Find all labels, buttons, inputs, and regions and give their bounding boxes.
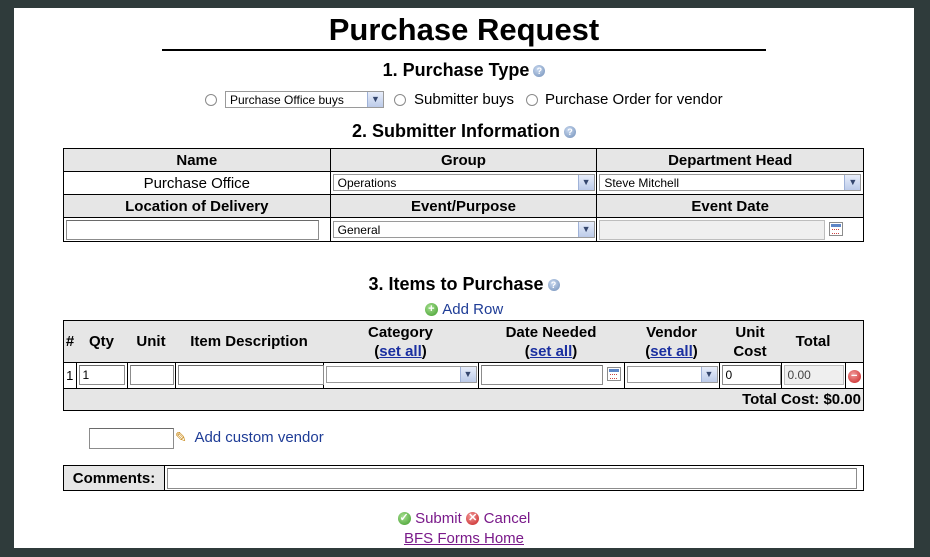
form-page: Purchase Request 1. Purchase Type? Purch…	[14, 8, 914, 548]
set-all-category-link[interactable]: set all	[379, 343, 422, 360]
chevron-down-icon: ▼	[367, 92, 383, 107]
set-all-vendor-link[interactable]: set all	[650, 343, 693, 360]
items-table: # Qty Unit Item Description Category (se…	[63, 320, 864, 411]
custom-vendor-input[interactable]	[89, 428, 174, 449]
col-category: Category (set all)	[323, 320, 478, 363]
submit-button[interactable]: ✓ Submit	[397, 510, 467, 527]
section1-heading: 1. Purchase Type?	[14, 60, 914, 81]
chevron-down-icon: ▼	[577, 175, 594, 190]
form-actions: ✓ Submit ✕ Cancel	[14, 510, 914, 528]
x-icon: ✕	[466, 512, 480, 526]
col-total: Total	[781, 320, 845, 363]
comments-table: Comments:	[63, 465, 864, 491]
col-description: Item Description	[175, 320, 323, 363]
help-icon[interactable]: ?	[533, 65, 546, 78]
chevron-down-icon: ▼	[844, 175, 861, 190]
event-date-input[interactable]	[599, 220, 826, 240]
qty-input[interactable]: 1	[78, 365, 125, 385]
calendar-icon[interactable]	[829, 222, 844, 236]
unit-cost-input[interactable]: 0	[721, 365, 781, 385]
row-num: 1	[63, 362, 77, 389]
row-total: 0.00	[783, 365, 844, 385]
date-needed-input[interactable]	[480, 365, 603, 385]
section2-heading: 2. Submitter Information?	[14, 121, 914, 142]
header-group: Group	[329, 148, 598, 172]
location-input[interactable]	[66, 220, 319, 240]
radio-submitter-buys[interactable]	[394, 94, 406, 106]
add-custom-vendor-button[interactable]: ✎ Add custom vendor	[175, 429, 324, 447]
help-icon[interactable]: ?	[547, 279, 560, 292]
help-icon[interactable]: ?	[564, 126, 576, 139]
col-unit-cost: Unit Cost	[719, 320, 781, 363]
header-dept-head: Department Head	[596, 148, 864, 172]
vendor-select[interactable]: ▼	[626, 366, 718, 383]
event-select[interactable]: General ▼	[332, 221, 595, 238]
col-qty: Qty	[76, 320, 127, 363]
radio-purchase-order[interactable]	[526, 94, 538, 106]
header-location: Location of Delivery	[63, 194, 331, 218]
add-icon: +	[424, 303, 438, 317]
submitter-table: Name Group Department Head Purchase Offi…	[63, 148, 864, 242]
col-remove	[845, 320, 864, 363]
chevron-down-icon: ▼	[700, 367, 717, 382]
forms-home-link[interactable]: BFS Forms Home	[404, 530, 524, 547]
calendar-icon[interactable]	[606, 367, 621, 381]
purchase-type-select[interactable]: Purchase Office buys ▼	[225, 91, 384, 108]
category-select[interactable]: ▼	[325, 366, 477, 383]
total-cost: Total Cost: $0.00	[63, 388, 864, 411]
submitter-buys-label: Submitter buys	[414, 91, 515, 108]
col-unit: Unit	[127, 320, 175, 363]
dept-head-select[interactable]: Steve Mitchell ▼	[599, 174, 862, 191]
purchase-order-label: Purchase Order for vendor	[545, 91, 723, 108]
header-event: Event/Purpose	[329, 194, 598, 218]
section3-heading: 3. Items to Purchase?	[14, 274, 914, 295]
unit-input[interactable]	[129, 365, 174, 385]
title-divider	[162, 49, 766, 51]
group-select[interactable]: Operations ▼	[332, 174, 595, 191]
header-name: Name	[63, 148, 331, 172]
name-value: Purchase Office	[63, 171, 331, 195]
set-all-date-link[interactable]: set all	[530, 343, 573, 360]
table-row: 1 1 ▼ ▼ 0 0.00 −	[63, 362, 864, 389]
col-num: #	[63, 320, 76, 363]
radio-purchase-office[interactable]	[205, 94, 217, 106]
cancel-button[interactable]: ✕ Cancel	[466, 510, 530, 527]
chevron-down-icon: ▼	[459, 367, 476, 382]
col-vendor: Vendor (set all)	[624, 320, 719, 363]
add-row-button[interactable]: + Add Row	[14, 301, 914, 319]
pencil-icon: ✎	[175, 429, 187, 446]
remove-row-icon[interactable]: −	[847, 369, 861, 383]
check-icon: ✓	[397, 512, 411, 526]
col-date-needed: Date Needed (set all)	[478, 320, 624, 363]
chevron-down-icon: ▼	[577, 222, 594, 237]
header-event-date: Event Date	[596, 194, 864, 218]
comments-input[interactable]	[167, 468, 857, 489]
description-input[interactable]	[177, 365, 324, 385]
page-title: Purchase Request	[328, 12, 600, 47]
comments-label: Comments:	[63, 465, 165, 491]
